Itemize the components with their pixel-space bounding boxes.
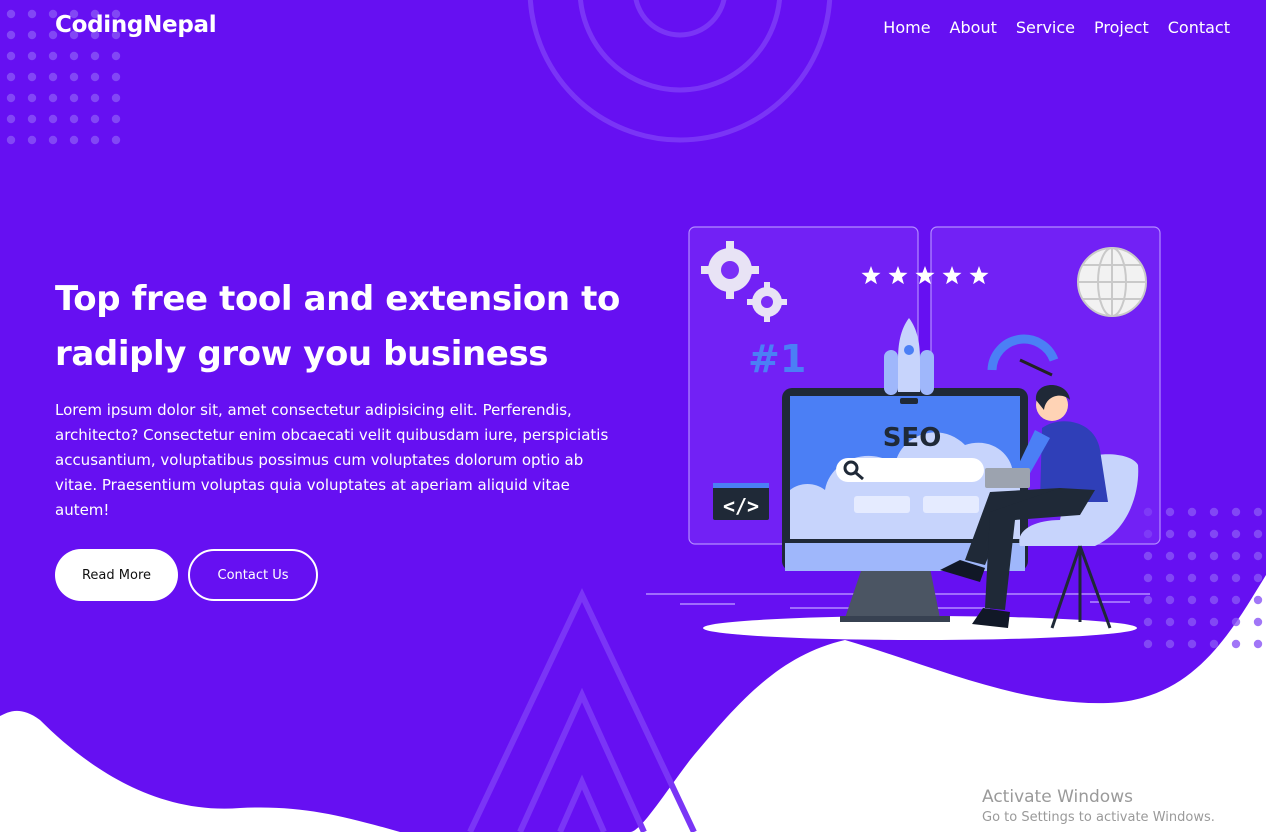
screen-button-2 — [923, 496, 979, 513]
landing-page: CodingNepal Home About Service Project C… — [0, 0, 1271, 832]
nav-item-project[interactable]: Project — [1094, 18, 1149, 38]
windows-activation-watermark: Activate Windows Go to Settings to activ… — [982, 786, 1215, 828]
hero-description: Lorem ipsum dolor sit, amet consectetur … — [55, 401, 609, 519]
monitor-stand — [845, 568, 940, 618]
nav-item-home[interactable]: Home — [883, 18, 930, 38]
hero-title-line-1: Top free tool and extension to — [55, 279, 620, 319]
seo-illustration: #1 </> SEO — [646, 226, 1161, 640]
nav-item-contact[interactable]: Contact — [1168, 18, 1230, 38]
nav-item-service[interactable]: Service — [1016, 18, 1075, 38]
seo-label: SEO — [883, 423, 942, 453]
code-label: </> — [723, 494, 759, 518]
screen-button-1 — [854, 496, 910, 513]
read-more-button[interactable]: Read More — [55, 549, 178, 601]
hero-title-line-2: radiply grow you business — [55, 334, 549, 374]
main-nav: Home About Service Project Contact — [830, 18, 1230, 38]
nav-item-about[interactable]: About — [950, 18, 997, 38]
watermark-title: Activate Windows — [982, 787, 1133, 807]
contact-us-button[interactable]: Contact Us — [188, 549, 318, 601]
hero-title: Top free tool and extension to radiply g… — [55, 272, 645, 382]
watermark-subtitle: Go to Settings to activate Windows. — [982, 810, 1215, 825]
laptop — [985, 468, 1030, 488]
code-icon: </> — [713, 483, 769, 520]
globe-icon — [1077, 247, 1147, 317]
brand-logo[interactable]: CodingNepal — [55, 12, 217, 38]
rank-badge: #1 — [748, 337, 806, 381]
